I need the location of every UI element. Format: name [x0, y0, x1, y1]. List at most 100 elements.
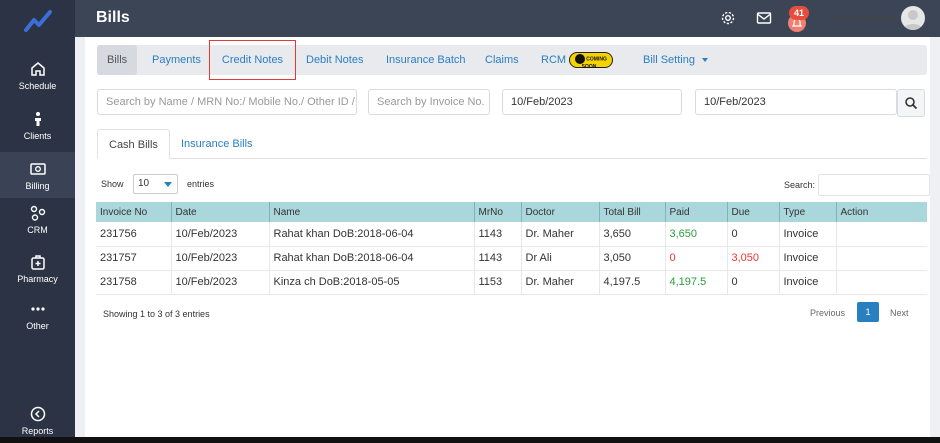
- caret-down-icon: [164, 182, 172, 187]
- mail-icon[interactable]: [756, 10, 772, 26]
- cell-type: Invoice: [778, 222, 836, 247]
- notification-badge: 41: [789, 6, 809, 20]
- pharmacy-icon: [30, 254, 45, 270]
- column-header[interactable]: Name: [268, 202, 474, 222]
- column-header[interactable]: Type: [778, 202, 836, 222]
- caret-down-icon: [702, 58, 709, 63]
- sidebar-item-billing[interactable]: Billing: [0, 152, 75, 198]
- sidebar-item-label: CRM: [27, 224, 48, 235]
- main-area: Bills Payments Credit Notes Debit Notes …: [75, 37, 940, 437]
- cell-due: 0: [726, 270, 779, 295]
- date-from-input[interactable]: 10/Feb/2023: [502, 89, 682, 115]
- cell-mrno: 1153: [473, 270, 521, 295]
- cell-invoice-no: 231757: [96, 246, 171, 271]
- column-header[interactable]: Total Bill: [598, 202, 665, 222]
- column-header[interactable]: Invoice No: [96, 202, 171, 222]
- sidebar-item-crm[interactable]: CRM: [0, 196, 75, 242]
- invoice-search-input[interactable]: Search by Invoice No.: [368, 89, 490, 115]
- cell-date: 10/Feb/2023: [170, 222, 269, 247]
- column-header[interactable]: MrNo: [473, 202, 521, 222]
- cell-action[interactable]: [835, 270, 927, 295]
- cell-name: Kinza ch DoB:2018-05-05: [268, 270, 474, 295]
- cell-action[interactable]: [835, 246, 927, 271]
- cell-paid: 4,197.5: [664, 270, 727, 295]
- tab-rcm-label: RCM: [541, 54, 567, 66]
- tab-rcm[interactable]: RCM COMING SOON...: [541, 45, 614, 75]
- patient-search-input[interactable]: Search by Name / MRN No:/ Mobile No./ Ot…: [97, 89, 357, 115]
- cell-doctor: Dr. Maher: [520, 270, 599, 295]
- megaphone-icon: [575, 54, 586, 65]
- person-icon: [34, 111, 41, 126]
- tab-insurance-batch[interactable]: Insurance Batch: [386, 45, 466, 75]
- avatar-icon: [903, 10, 923, 30]
- entries-select[interactable]: 10: [133, 174, 178, 194]
- pagination-page-1[interactable]: 1: [857, 302, 879, 322]
- sidebar: Schedule Clients Billing CRM Pharmacy Ot…: [0, 0, 75, 443]
- sidebar-item-clients[interactable]: Clients: [0, 102, 75, 148]
- sidebar-item-schedule[interactable]: Schedule: [0, 52, 75, 98]
- tab-payments[interactable]: Payments: [152, 45, 201, 75]
- cell-type: Invoice: [778, 246, 836, 271]
- pagination-previous[interactable]: Previous: [810, 308, 845, 318]
- cell-total-bill: 3,050: [598, 246, 665, 271]
- cell-due: 0: [726, 222, 779, 247]
- tab-bill-setting-label: Bill Setting: [643, 54, 695, 66]
- avatar[interactable]: [901, 6, 925, 30]
- cell-invoice-no: 231758: [96, 270, 171, 295]
- cell-total-bill: 3,650: [598, 222, 665, 247]
- cell-type: Invoice: [778, 270, 836, 295]
- bills-table: Invoice No Date Name MrNo Doctor Total B…: [96, 202, 927, 295]
- cell-name: Rahat khan DoB:2018-06-04: [268, 246, 474, 271]
- gear-icon[interactable]: [720, 10, 736, 26]
- page-title: Bills: [96, 9, 130, 26]
- logo-icon[interactable]: [24, 10, 52, 32]
- search-button[interactable]: [897, 89, 925, 117]
- bill-type-tabs: Cash Bills Insurance Bills: [97, 129, 927, 159]
- tab-bill-setting[interactable]: Bill Setting: [643, 45, 709, 75]
- column-header[interactable]: Due: [726, 202, 779, 222]
- tab-bills[interactable]: Bills: [97, 45, 138, 75]
- reports-icon: [30, 406, 45, 421]
- cell-invoice-no: 231756: [96, 222, 171, 247]
- tab-claims[interactable]: Claims: [485, 45, 519, 75]
- cell-paid: 0: [664, 246, 727, 271]
- search-icon: [905, 97, 918, 110]
- cell-doctor: Dr. Maher: [520, 222, 599, 247]
- coming-soon-badge: COMING SOON...: [569, 52, 614, 70]
- tab-credit-notes[interactable]: Credit Notes: [209, 40, 296, 80]
- column-header: Action: [835, 202, 927, 222]
- cell-date: 10/Feb/2023: [170, 246, 269, 271]
- table-search-input[interactable]: [818, 174, 930, 196]
- table-row[interactable]: 231757 10/Feb/2023 Rahat khan DoB:2018-0…: [96, 246, 927, 271]
- tab-cash-bills[interactable]: Cash Bills: [97, 129, 170, 159]
- bill-tabs: Bills Payments Credit Notes Debit Notes …: [97, 40, 927, 80]
- cash-icon: [29, 162, 46, 175]
- sidebar-item-pharmacy[interactable]: Pharmacy: [0, 245, 75, 291]
- taskbar: [0, 437, 940, 443]
- sidebar-item-label: Schedule: [18, 80, 57, 91]
- column-header[interactable]: Date: [170, 202, 269, 222]
- app-window: Schedule Clients Billing CRM Pharmacy Ot…: [0, 0, 940, 443]
- tab-insurance-bills[interactable]: Insurance Bills: [181, 129, 253, 159]
- table-header-row: Invoice No Date Name MrNo Doctor Total B…: [96, 202, 927, 222]
- sidebar-item-other[interactable]: Other: [0, 292, 75, 338]
- cell-doctor: Dr Ali: [520, 246, 599, 271]
- table-info: Showing 1 to 3 of 3 entries: [103, 309, 210, 319]
- pagination-next[interactable]: Next: [890, 308, 909, 318]
- sidebar-item-label: Pharmacy: [17, 273, 58, 284]
- cell-mrno: 1143: [473, 222, 521, 247]
- show-label: Show: [101, 179, 124, 189]
- cell-action[interactable]: [835, 222, 927, 247]
- sidebar-item-label: Other: [26, 320, 49, 331]
- sidebar-item-label: Billing: [25, 180, 50, 191]
- column-header[interactable]: Doctor: [520, 202, 599, 222]
- tab-debit-notes[interactable]: Debit Notes: [306, 45, 363, 75]
- user-name[interactable]: Administrator: [832, 13, 897, 25]
- table-row[interactable]: 231756 10/Feb/2023 Rahat khan DoB:2018-0…: [96, 222, 927, 247]
- table-row[interactable]: 231758 10/Feb/2023 Kinza ch DoB:2018-05-…: [96, 270, 927, 295]
- entries-select-value: 10: [138, 178, 150, 189]
- date-to-input[interactable]: 10/Feb/2023: [695, 89, 897, 115]
- sidebar-item-label: Clients: [23, 130, 52, 141]
- home-icon: [30, 61, 45, 76]
- column-header[interactable]: Paid: [664, 202, 727, 222]
